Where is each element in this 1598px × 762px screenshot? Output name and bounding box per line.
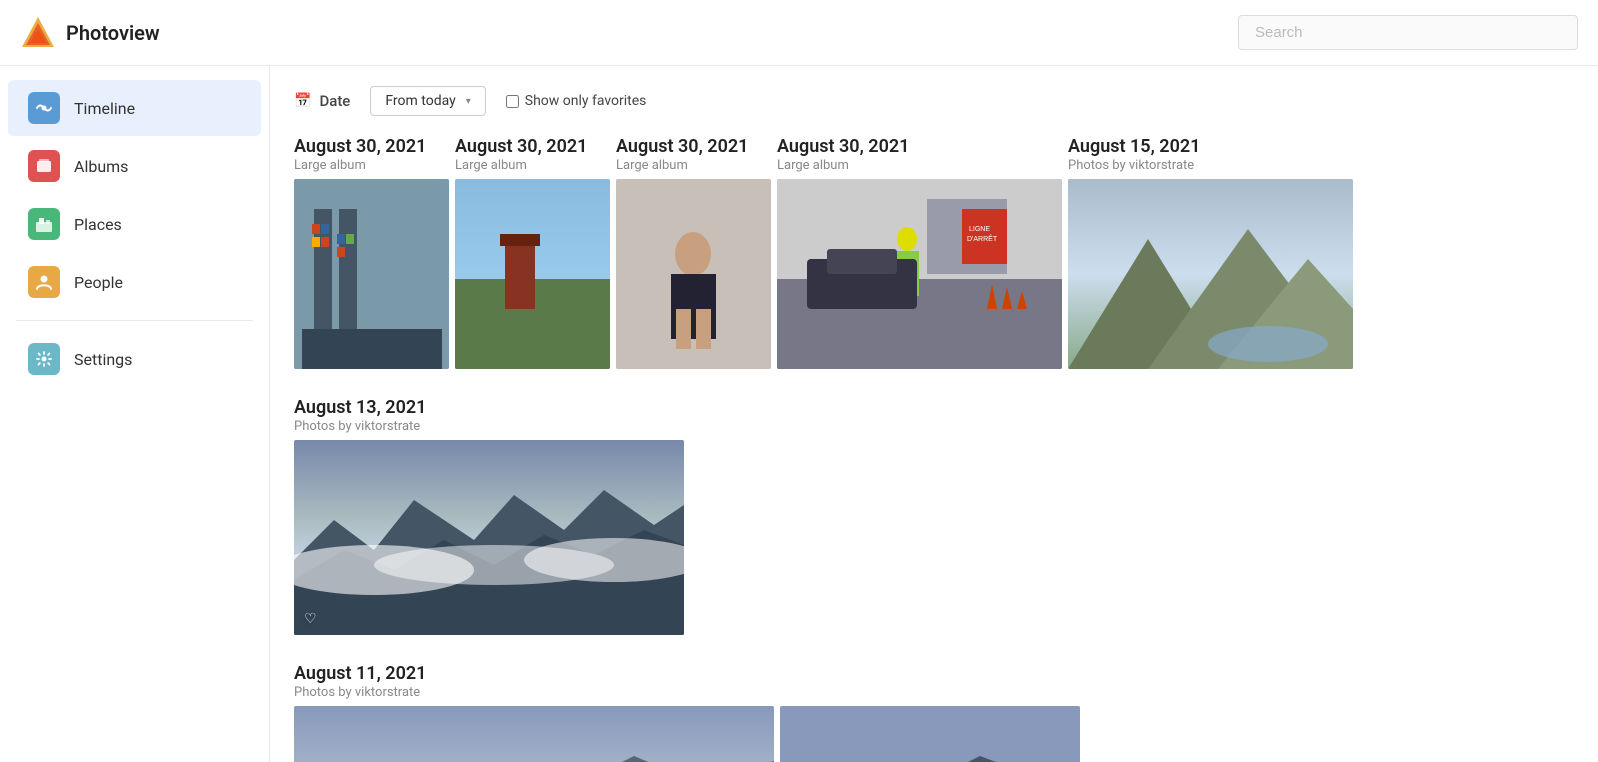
top-photo-row: August 30, 2021 Large album <box>294 136 1574 369</box>
photo-item[interactable]: ♡ <box>294 440 684 635</box>
app-logo-icon <box>20 15 56 51</box>
logo-area: Photoview <box>20 15 160 51</box>
favorites-checkbox-label[interactable]: Show only favorites <box>506 93 647 109</box>
sidebar-people-label: People <box>74 273 123 292</box>
favorite-heart-icon: ♡ <box>304 611 317 627</box>
sidebar-timeline-label: Timeline <box>74 99 135 118</box>
date-dropdown-label: From today <box>385 93 455 109</box>
photo-item[interactable] <box>294 179 449 369</box>
photo-item[interactable] <box>455 179 610 369</box>
group-header-4: August 30, 2021 Large album <box>777 136 1062 173</box>
calendar-icon: 📅 <box>294 93 311 109</box>
favorites-checkbox[interactable] <box>506 95 519 108</box>
photo-group-aug13: August 13, 2021 Photos by viktorstrate <box>294 397 1574 635</box>
topbar: Photoview <box>0 0 1598 66</box>
favorites-label: Show only favorites <box>525 93 647 109</box>
sidebar-item-places[interactable]: Places <box>8 196 261 252</box>
photo-item[interactable] <box>616 179 771 369</box>
sidebar-item-people[interactable]: People <box>8 254 261 310</box>
sidebar-settings-label: Settings <box>74 350 132 369</box>
sidebar-item-timeline[interactable]: Timeline <box>8 80 261 136</box>
filter-bar: 📅 Date From today ▾ Show only favorites <box>294 86 1574 116</box>
group-header-3: August 30, 2021 Large album <box>616 136 771 173</box>
photo-group-aug30-2: August 30, 2021 Large album <box>455 136 610 369</box>
group-header-2: August 30, 2021 Large album <box>455 136 610 173</box>
places-icon <box>28 208 60 240</box>
photo-group-aug11: August 11, 2021 Photos by viktorstrate <box>294 663 1574 762</box>
timeline-icon <box>28 92 60 124</box>
photo-item[interactable] <box>780 706 1080 762</box>
sidebar-divider <box>16 320 253 321</box>
date-filter-label: Date <box>319 92 350 110</box>
sidebar: Timeline Albums Places <box>0 66 270 762</box>
people-icon <box>28 266 60 298</box>
group-header-aug13: August 13, 2021 Photos by viktorstrate <box>294 397 1574 434</box>
sidebar-item-settings[interactable]: Settings <box>8 331 261 387</box>
group-header-aug11: August 11, 2021 Photos by viktorstrate <box>294 663 1574 700</box>
sidebar-places-label: Places <box>74 215 122 234</box>
search-input[interactable] <box>1238 15 1578 50</box>
photo-group-aug15: August 15, 2021 Photos by viktorstrate <box>1068 136 1353 369</box>
group-header-1: August 30, 2021 Large album <box>294 136 449 173</box>
group-header-5: August 15, 2021 Photos by viktorstrate <box>1068 136 1353 173</box>
date-dropdown[interactable]: From today ▾ <box>370 86 485 116</box>
date-filter-section: 📅 Date <box>294 92 350 110</box>
app-title: Photoview <box>66 21 160 45</box>
albums-icon <box>28 150 60 182</box>
main-layout: Timeline Albums Places <box>0 66 1598 762</box>
photo-item[interactable] <box>294 706 774 762</box>
photo-item[interactable]: LIGNE D'ARRÊT <box>777 179 1062 369</box>
photo-group-aug30-4: August 30, 2021 Large album <box>777 136 1062 369</box>
aug11-photos-row <box>294 706 1574 762</box>
content-area: 📅 Date From today ▾ Show only favorites … <box>270 66 1598 762</box>
photo-group-aug30-1: August 30, 2021 Large album <box>294 136 449 369</box>
sidebar-albums-label: Albums <box>74 157 128 176</box>
photo-item[interactable] <box>1068 179 1353 369</box>
photo-group-aug30-3: August 30, 2021 Large album <box>616 136 771 369</box>
chevron-down-icon: ▾ <box>466 96 471 107</box>
settings-icon <box>28 343 60 375</box>
sidebar-item-albums[interactable]: Albums <box>8 138 261 194</box>
